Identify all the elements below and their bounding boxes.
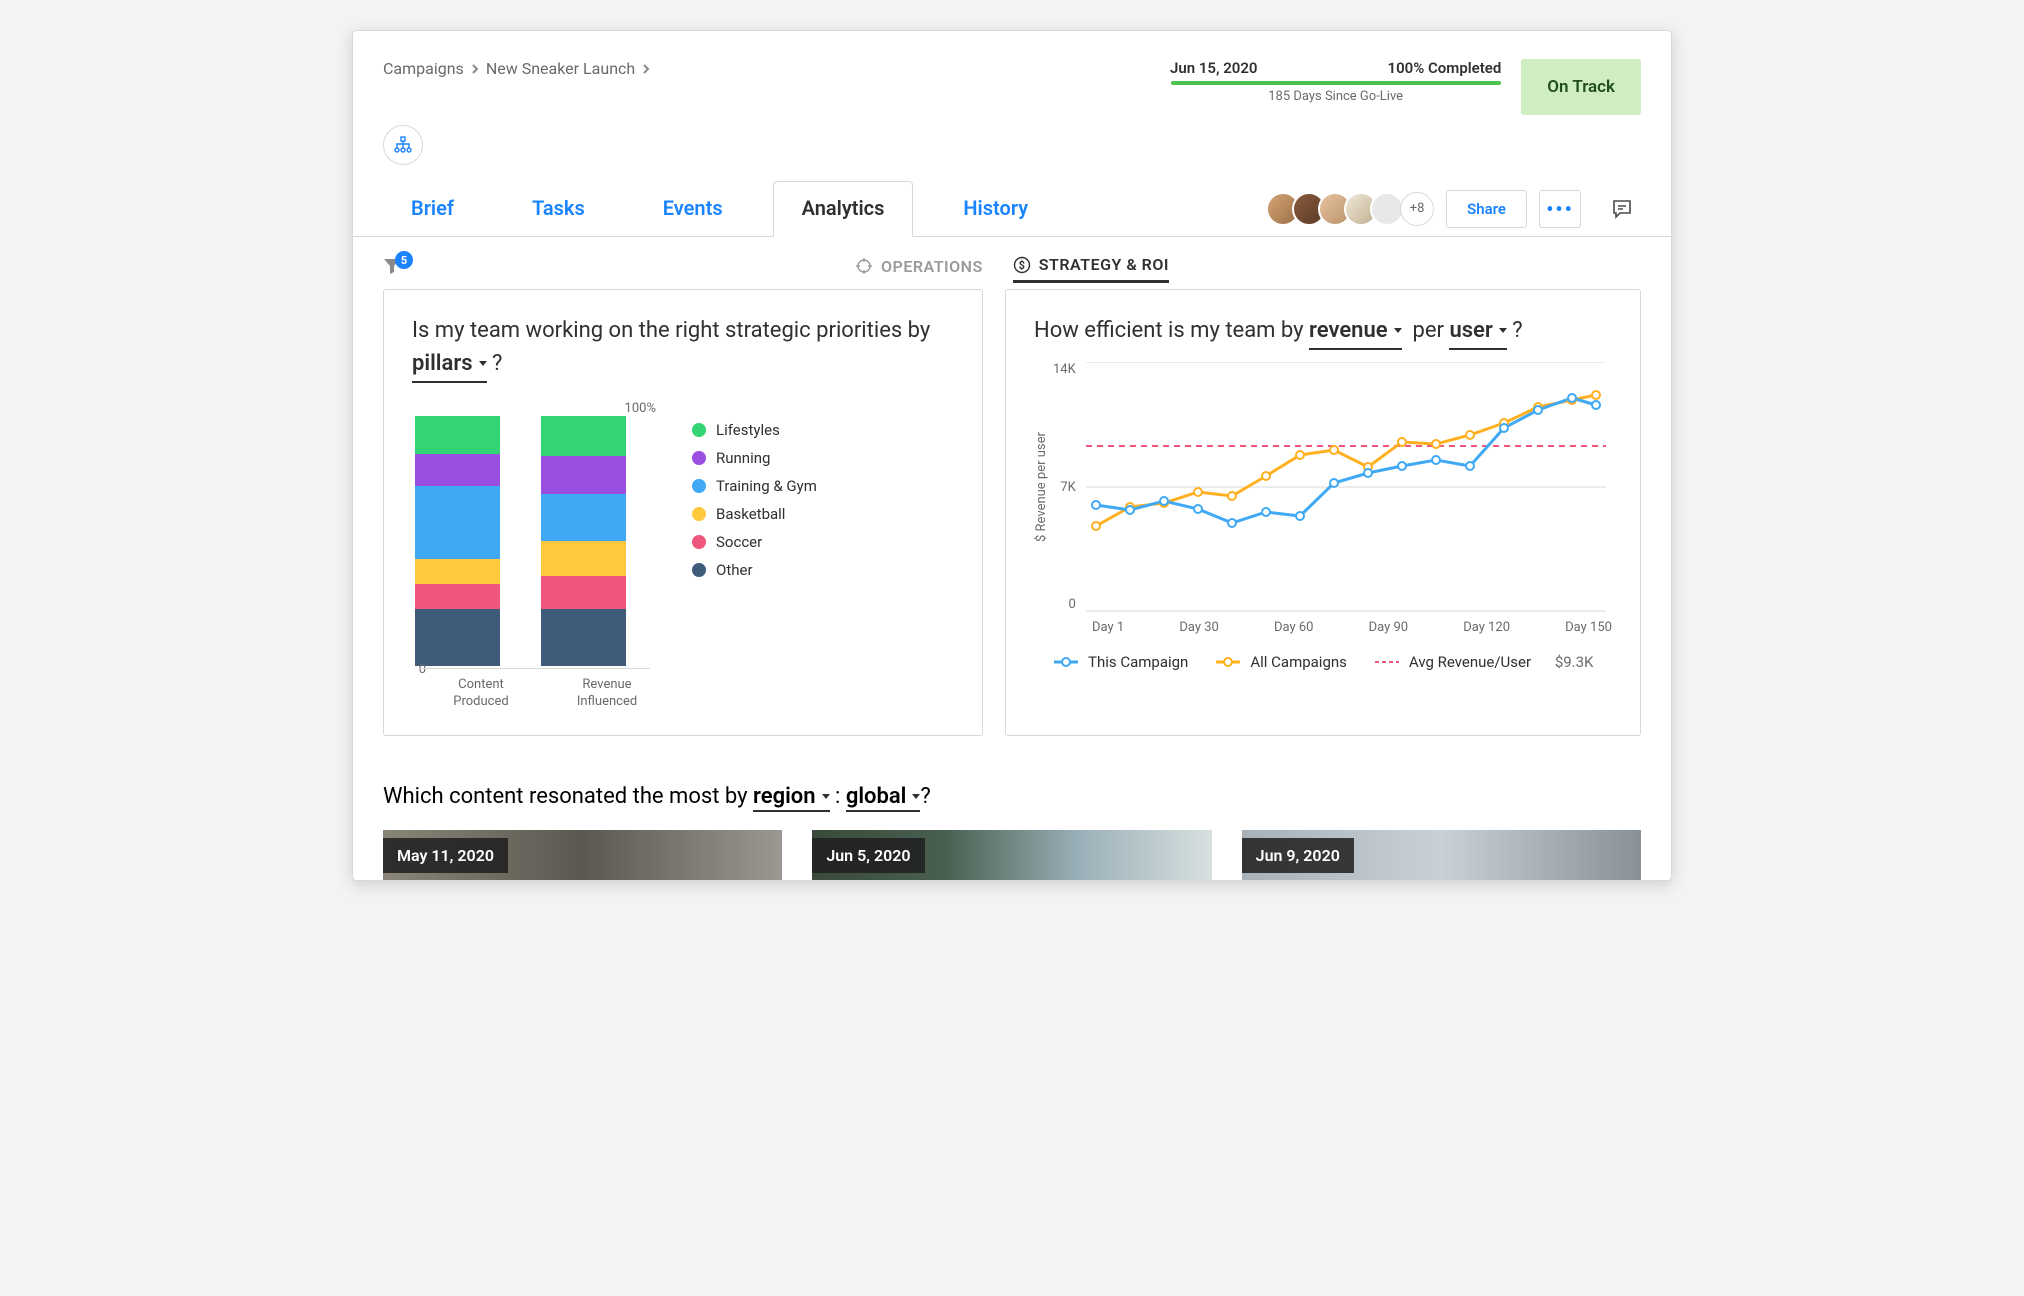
status-percent: 100% Completed bbox=[1388, 59, 1502, 77]
bar-label-content: ContentProduced bbox=[436, 677, 526, 711]
svg-text:$: $ bbox=[1018, 259, 1025, 272]
legend-item: This Campaign bbox=[1088, 653, 1188, 671]
title-text: : bbox=[835, 784, 840, 809]
line-chart bbox=[1086, 362, 1606, 612]
line-chart-legend: This Campaign All Campaigns Avg Revenue/… bbox=[1054, 653, 1612, 671]
bar-revenue-influenced bbox=[540, 416, 626, 666]
x-ticks: Day 1Day 30Day 60Day 90Day 120Day 150 bbox=[1092, 620, 1612, 635]
title-text: How efficient is my team by bbox=[1034, 318, 1304, 343]
breadcrumb: Campaigns New Sneaker Launch bbox=[383, 59, 651, 78]
chevron-right-icon bbox=[470, 64, 480, 74]
thumb-date: May 11, 2020 bbox=[383, 838, 508, 873]
filter-button[interactable]: 5 bbox=[383, 257, 403, 279]
user-dropdown[interactable]: user bbox=[1449, 314, 1506, 350]
on-track-badge: On Track bbox=[1521, 59, 1641, 115]
bar-label-revenue: RevenueInfluenced bbox=[562, 677, 652, 711]
more-menu-button[interactable]: ••• bbox=[1539, 190, 1581, 228]
filter-count-badge: 5 bbox=[395, 251, 413, 269]
content-thumbs: May 11, 2020 Jun 5, 2020 Jun 9, 2020 bbox=[383, 830, 1641, 880]
avatar-overflow-count[interactable]: +8 bbox=[1400, 192, 1434, 226]
breadcrumb-root[interactable]: Campaigns bbox=[383, 59, 464, 78]
region-dropdown[interactable]: region bbox=[753, 784, 830, 812]
thumb-date: Jun 5, 2020 bbox=[812, 838, 924, 873]
top-bar: Campaigns New Sneaker Launch Jun 15, 202… bbox=[353, 31, 1671, 115]
title-text: ? bbox=[920, 784, 930, 809]
tab-brief[interactable]: Brief bbox=[383, 182, 482, 236]
legend-item: Soccer bbox=[716, 533, 762, 551]
title-text: per bbox=[1413, 318, 1444, 343]
subtab-strategy-roi-label: STRATEGY & ROI bbox=[1039, 255, 1169, 274]
global-dropdown[interactable]: global bbox=[846, 784, 921, 812]
title-text: ? bbox=[492, 351, 502, 376]
bottom-title: Which content resonated the most by regi… bbox=[383, 784, 1641, 812]
y-axis-label: $ Revenue per user bbox=[1034, 362, 1049, 612]
legend-item: All Campaigns bbox=[1250, 653, 1347, 671]
title-text: Which content resonated the most by bbox=[383, 784, 748, 809]
chevron-right-icon bbox=[641, 64, 651, 74]
tab-tasks[interactable]: Tasks bbox=[504, 182, 613, 236]
status-block: Jun 15, 2020 100% Completed 185 Days Sin… bbox=[1170, 59, 1501, 104]
content-thumb[interactable]: Jun 5, 2020 bbox=[812, 830, 1211, 880]
title-text: ? bbox=[1512, 318, 1522, 343]
breadcrumb-item[interactable]: New Sneaker Launch bbox=[486, 59, 635, 78]
tab-history[interactable]: History bbox=[935, 182, 1056, 236]
y-ticks: 14K7K0 bbox=[1053, 362, 1082, 612]
subtab-strategy-roi[interactable]: $ STRATEGY & ROI bbox=[1013, 255, 1169, 283]
tab-analytics[interactable]: Analytics bbox=[773, 181, 914, 237]
subtab-operations[interactable]: OPERATIONS bbox=[855, 255, 983, 283]
legend-item: Other bbox=[716, 561, 753, 579]
content-thumb[interactable]: May 11, 2020 bbox=[383, 830, 782, 880]
bar-content-produced bbox=[414, 416, 500, 666]
legend-item: Training & Gym bbox=[716, 477, 817, 495]
title-text: Is my team working on the right strategi… bbox=[412, 318, 930, 343]
dollar-icon: $ bbox=[1013, 256, 1031, 274]
bottom-section: Which content resonated the most by regi… bbox=[353, 784, 1671, 880]
status-date: Jun 15, 2020 bbox=[1170, 59, 1258, 77]
tab-row: Brief Tasks Events Analytics History +8 … bbox=[353, 181, 1671, 237]
tab-events[interactable]: Events bbox=[635, 182, 751, 236]
revenue-dropdown[interactable]: revenue bbox=[1309, 314, 1402, 350]
card-efficiency-title: How efficient is my team by revenue per … bbox=[1034, 314, 1612, 350]
stacked-legend: Lifestyles Running Training & Gym Basket… bbox=[692, 421, 817, 711]
thumb-date: Jun 9, 2020 bbox=[1242, 838, 1354, 873]
pillars-dropdown[interactable]: pillars bbox=[412, 347, 487, 383]
avatar-stack[interactable]: +8 bbox=[1274, 192, 1434, 226]
content-thumb[interactable]: Jun 9, 2020 bbox=[1242, 830, 1641, 880]
subtab-operations-label: OPERATIONS bbox=[881, 257, 983, 276]
cards-row: Is my team working on the right strategi… bbox=[353, 279, 1671, 766]
legend-item: Running bbox=[716, 449, 770, 467]
card-efficiency: How efficient is my team by revenue per … bbox=[1005, 289, 1641, 736]
legend-item: Avg Revenue/User bbox=[1409, 653, 1531, 671]
target-icon bbox=[855, 257, 873, 275]
hierarchy-icon-button[interactable] bbox=[383, 125, 423, 165]
legend-item: Basketball bbox=[716, 505, 785, 523]
y-tick-100: 100% bbox=[412, 401, 662, 416]
progress-bar bbox=[1171, 81, 1501, 85]
comments-button[interactable] bbox=[1603, 190, 1641, 228]
y-tick-0: 0 bbox=[412, 662, 432, 677]
share-button[interactable]: Share bbox=[1446, 190, 1527, 228]
card-priorities-title: Is my team working on the right strategi… bbox=[412, 314, 954, 383]
legend-item: Lifestyles bbox=[716, 421, 780, 439]
stacked-bar-chart: 100% bbox=[412, 405, 954, 711]
chat-icon bbox=[1611, 198, 1633, 220]
card-priorities: Is my team working on the right strategi… bbox=[383, 289, 983, 736]
app-window: Campaigns New Sneaker Launch Jun 15, 202… bbox=[352, 30, 1672, 881]
legend-value: $9.3K bbox=[1555, 653, 1594, 671]
hierarchy-icon bbox=[394, 136, 412, 154]
avatar[interactable] bbox=[1370, 192, 1404, 226]
days-since-live: 185 Days Since Go-Live bbox=[1268, 89, 1403, 104]
